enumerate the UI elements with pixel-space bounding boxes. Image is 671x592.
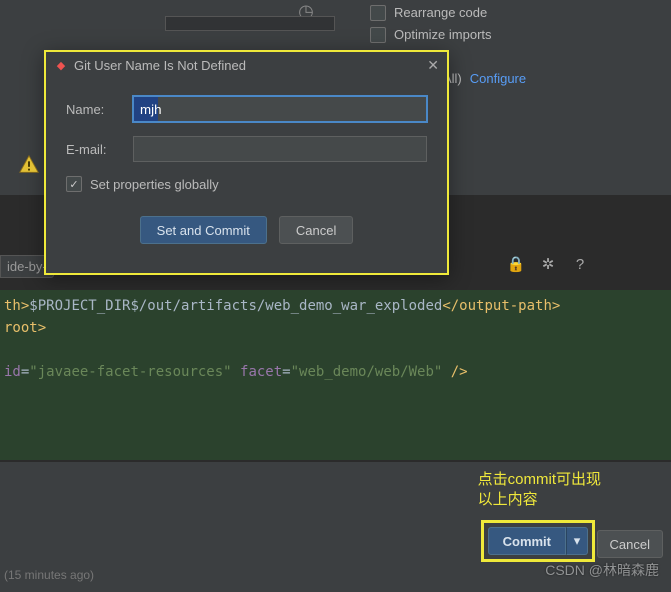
attr-id: id <box>4 364 21 380</box>
commit-dropdown[interactable]: ▾ <box>566 527 588 555</box>
checkbox-rearrange[interactable] <box>370 5 386 21</box>
email-label: E-mail: <box>66 142 121 157</box>
xml-text: $PROJECT_DIR$/out/artifacts/web_demo_war… <box>29 298 442 314</box>
dialog-titlebar: ◆ Git User Name Is Not Defined ✕ <box>46 52 447 78</box>
globally-label: Set properties globally <box>90 177 219 192</box>
diff-view: th>$PROJECT_DIR$/out/artifacts/web_demo_… <box>0 290 671 460</box>
configure-link[interactable]: Configure <box>470 68 526 90</box>
cancel-button[interactable]: Cancel <box>279 216 353 244</box>
help-icon[interactable]: ? <box>569 256 591 273</box>
set-and-commit-button[interactable]: Set and Commit <box>140 216 267 244</box>
attr-val: "web_demo/web/Web" <box>291 364 443 380</box>
commit-button[interactable]: Commit <box>488 527 566 555</box>
git-username-dialog: ◆ Git User Name Is Not Defined ✕ Name: E… <box>44 50 449 275</box>
xml-text: root <box>4 320 38 336</box>
email-input[interactable] <box>133 136 427 162</box>
footer-hint: (15 minutes ago) <box>4 568 94 582</box>
message-input-strip[interactable] <box>165 16 335 31</box>
gear-icon[interactable]: ✲ <box>537 255 559 273</box>
checkbox-globally[interactable]: ✓ <box>66 176 82 192</box>
attr-val: "javaee-facet-resources" <box>29 364 231 380</box>
git-icon: ◆ <box>54 58 68 72</box>
xml-text: th> <box>4 298 29 314</box>
warning-icon <box>18 154 40 176</box>
dialog-title: Git User Name Is Not Defined <box>74 58 246 73</box>
commit-highlight: Commit ▾ <box>481 520 595 562</box>
toolbar-icons: 🔒 ✲ ? <box>505 255 591 273</box>
watermark: CSDN @林暗森鹿 <box>545 560 659 580</box>
opt-label: Optimize imports <box>394 24 492 46</box>
xml-close: </output-path> <box>442 298 560 314</box>
name-label: Name: <box>66 102 121 117</box>
attr-facet: facet <box>232 364 283 380</box>
close-icon[interactable]: ✕ <box>427 57 439 74</box>
cancel-button-2[interactable]: Cancel <box>597 530 663 558</box>
checkbox-optimize[interactable] <box>370 27 386 43</box>
annotation-text: 点击commit可出现 以上内容 <box>478 470 601 510</box>
opt-label: Rearrange code <box>394 2 487 24</box>
lock-icon[interactable]: 🔒 <box>505 255 527 273</box>
name-input[interactable] <box>133 96 427 122</box>
xml-text: > <box>38 320 46 336</box>
